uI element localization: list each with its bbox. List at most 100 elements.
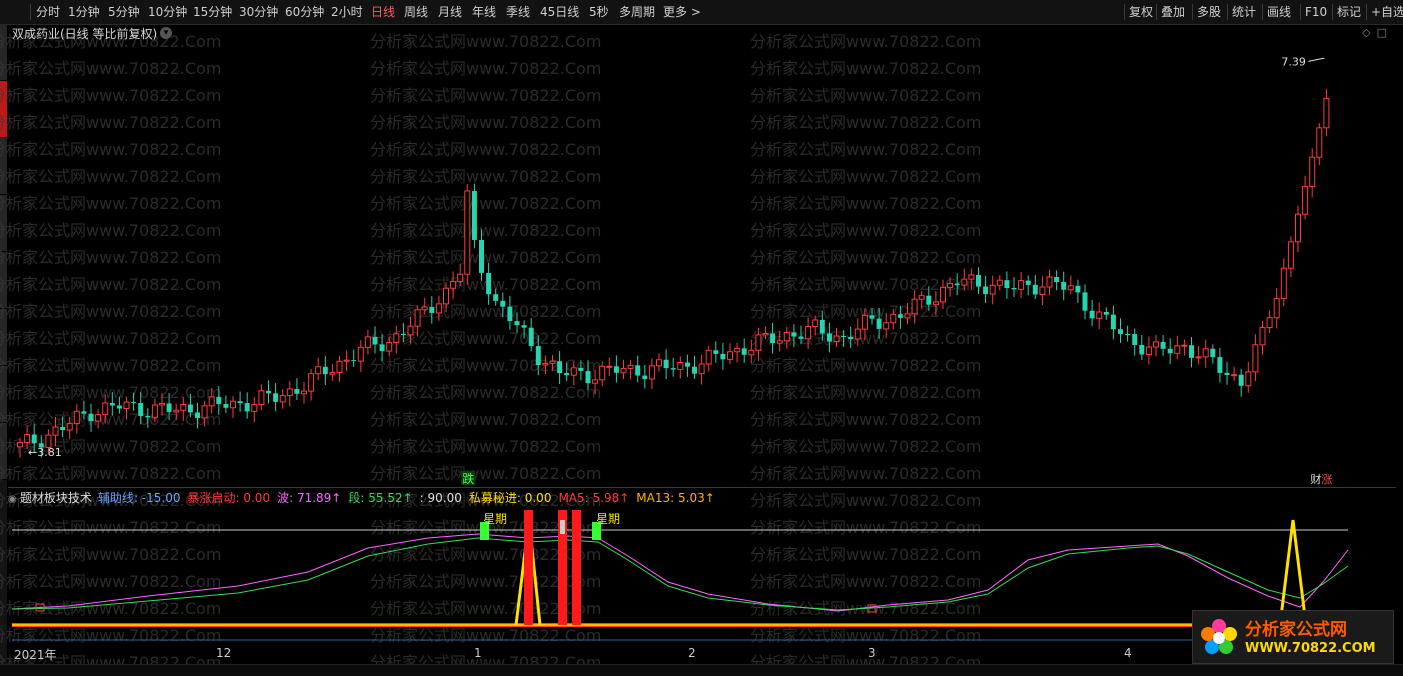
candle-body	[1145, 346, 1152, 355]
candle-body	[564, 373, 570, 376]
pane-divider[interactable]	[8, 487, 1396, 488]
toolbar-button-2[interactable]: 多股	[1197, 0, 1221, 24]
candle-body	[677, 362, 684, 371]
candle-body	[926, 295, 932, 305]
time-label-3: 2	[688, 646, 696, 660]
sidebar-tab[interactable]	[0, 195, 7, 252]
candle-body	[336, 360, 343, 373]
candle-body	[151, 404, 158, 418]
period-tab-3[interactable]: 10分钟	[148, 0, 187, 24]
period-tab-4[interactable]: 15分钟	[193, 0, 232, 24]
candle-body	[500, 300, 506, 307]
indicator-param-0: 辅助线: -15.00	[97, 491, 181, 505]
candle-body	[713, 350, 719, 354]
rise-badge: 涨	[1321, 473, 1332, 486]
sidebar-tab-active[interactable]	[0, 81, 7, 138]
toolbar-button-0[interactable]: 复权	[1129, 0, 1153, 24]
candle-body	[17, 441, 23, 448]
toolbar-button-1[interactable]: 叠加	[1161, 0, 1185, 24]
candle-body	[663, 359, 669, 369]
candle-body	[656, 359, 662, 367]
candle-body	[414, 309, 421, 327]
candle-body	[1082, 292, 1088, 311]
indicator-name[interactable]: 题材板块技术	[20, 491, 92, 505]
candle-body	[698, 363, 705, 375]
candle-body	[372, 336, 378, 345]
sidebar-tab[interactable]	[0, 423, 7, 480]
bottom-status-bar	[0, 664, 1403, 676]
period-tab-12[interactable]: 季线	[506, 0, 530, 24]
surge-bar-marker	[560, 520, 565, 534]
candle-body	[159, 402, 165, 406]
period-tab-10[interactable]: 月线	[438, 0, 462, 24]
candle-body	[918, 295, 925, 300]
candle-body	[116, 405, 122, 409]
candle-body	[1323, 97, 1330, 129]
period-tab-14[interactable]: 5秒	[589, 0, 609, 24]
toolbar-button-3[interactable]: 统计	[1232, 0, 1256, 24]
candle-body	[762, 332, 769, 336]
candle-body	[322, 366, 328, 375]
candle-body	[308, 373, 315, 392]
candle-body	[173, 409, 180, 413]
period-tab-11[interactable]: 年线	[472, 0, 496, 24]
candle-body	[1153, 341, 1159, 348]
candle-body	[294, 388, 300, 394]
sidebar-tab[interactable]	[0, 366, 7, 423]
candle-body	[400, 333, 406, 335]
candle-body	[351, 360, 357, 362]
star-label: 星期	[483, 512, 507, 526]
period-tab-1[interactable]: 1分钟	[68, 0, 100, 24]
left-sidebar	[0, 24, 7, 675]
sidebar-tab[interactable]	[0, 252, 7, 309]
candle-body	[592, 379, 599, 384]
candle-body	[1125, 333, 1131, 335]
candlestick-chart[interactable]: 7.39 ←3.81 跌 财涨	[8, 24, 1396, 487]
candle-body	[826, 333, 832, 342]
candle-body	[741, 348, 747, 355]
candle-body	[684, 362, 690, 367]
sidebar-tab[interactable]	[0, 138, 7, 195]
candle-body	[940, 286, 946, 303]
candle-body	[805, 326, 812, 340]
period-tab-5[interactable]: 30分钟	[239, 0, 278, 24]
time-label-2: 1	[474, 646, 482, 660]
collapse-icon[interactable]: ◉	[8, 494, 20, 505]
period-tab-9[interactable]: 周线	[404, 0, 428, 24]
period-tab-8[interactable]: 日线	[371, 0, 395, 24]
candle-body	[393, 333, 400, 344]
period-tab-0[interactable]: 分时	[36, 0, 60, 24]
period-tab-16[interactable]: 更多 >	[663, 0, 701, 24]
sidebar-tab[interactable]	[0, 24, 7, 81]
candle-body	[1302, 186, 1309, 215]
indicator-param-1: 暴涨启动: 0.00	[187, 491, 271, 505]
toolbar-button-4[interactable]: 画线	[1267, 0, 1291, 24]
toolbar-button-5[interactable]: F10	[1305, 0, 1327, 24]
sidebar-tab[interactable]	[0, 309, 7, 366]
candle-body	[670, 368, 676, 370]
candle-body	[223, 404, 229, 408]
period-tab-2[interactable]: 5分钟	[108, 0, 140, 24]
logo-title: 分析家公式网	[1245, 620, 1347, 640]
indicator-param-6: MA5: 5.98↑	[558, 491, 630, 505]
period-tab-15[interactable]: 多周期	[619, 0, 655, 24]
indicator-chart[interactable]: 星期 星期	[8, 508, 1396, 643]
period-tab-7[interactable]: 2小时	[331, 0, 363, 24]
toolbar-button-7[interactable]: +自选	[1371, 0, 1403, 24]
candle-body	[343, 359, 350, 362]
toolbar-button-6[interactable]: 标记	[1337, 0, 1361, 24]
candle-body	[60, 427, 66, 431]
candle-body	[648, 365, 655, 380]
candle-body	[443, 287, 449, 305]
candle-body	[1195, 356, 1202, 359]
period-tab-13[interactable]: 45日线	[540, 0, 579, 24]
star-label: 星期	[596, 512, 620, 526]
candle-body	[208, 396, 215, 407]
candle-body	[88, 413, 94, 422]
time-label-0: 2021年	[14, 648, 57, 662]
candle-body	[968, 274, 975, 280]
period-tab-6[interactable]: 60分钟	[285, 0, 324, 24]
candle-body	[819, 319, 825, 334]
candle-body	[1103, 311, 1109, 315]
candle-body	[1054, 277, 1060, 283]
